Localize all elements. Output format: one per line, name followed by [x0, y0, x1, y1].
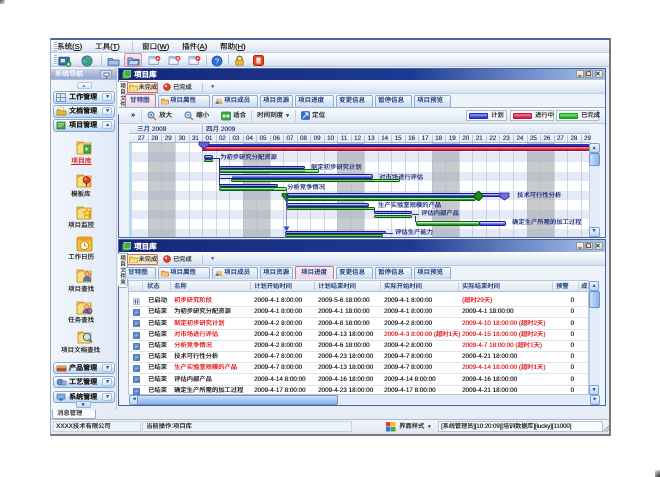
svg-text:?: ?: [215, 57, 219, 66]
